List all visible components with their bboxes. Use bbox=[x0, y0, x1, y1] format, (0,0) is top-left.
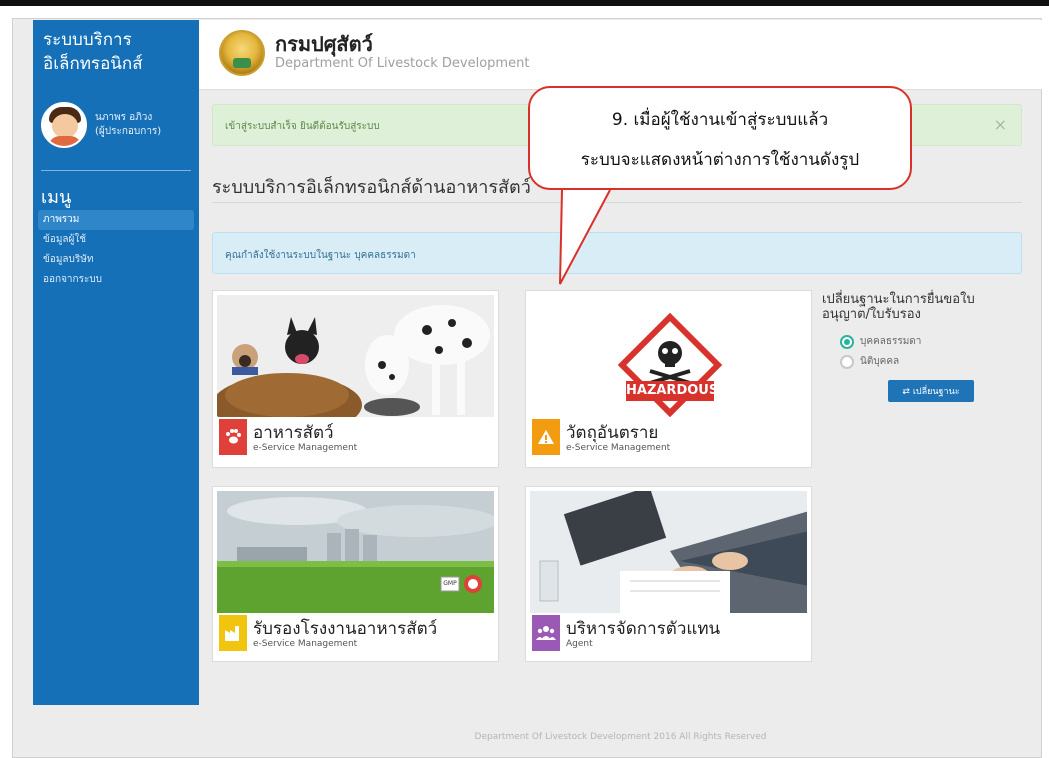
avatar-shirt bbox=[48, 136, 82, 146]
card-subtitle: e-Service Management bbox=[253, 443, 358, 453]
radio-label: นิติบุคคล bbox=[860, 356, 900, 367]
switch-role-button[interactable]: ⇄ เปลี่ยนฐานะ bbox=[888, 380, 974, 402]
card-title: บริหารจัดการตัวแทน bbox=[566, 619, 721, 639]
instruction-callout: 9. เมื่อผู้ใช้งานเข้าสู่ระบบแล้ว ระบบจะแ… bbox=[528, 86, 912, 190]
page-title: ระบบบริการอิเล็กทรอนิกส์ด้านอาหารสัตว์ bbox=[212, 177, 531, 198]
meeting-illustration bbox=[530, 491, 807, 613]
callout-line-1: 9. เมื่อผู้ใช้งานเข้าสู่ระบบแล้ว bbox=[611, 110, 829, 130]
users-icon bbox=[532, 615, 560, 651]
top-rule bbox=[0, 0, 1049, 6]
department-name-en: Department Of Livestock Development bbox=[275, 56, 530, 71]
brand-line-1: ระบบบริการ bbox=[43, 30, 132, 50]
sidebar-item-logout[interactable]: ออกจากระบบ bbox=[38, 270, 194, 290]
brand-block[interactable]: ระบบบริการ อิเล็กทรอนิกส์ bbox=[33, 20, 199, 90]
top-header: กรมปศุสัตว์ Department Of Livestock Deve… bbox=[199, 20, 1042, 90]
warning-icon bbox=[532, 419, 560, 455]
service-card-animal-feed[interactable]: อาหารสัตว์ e-Service Management bbox=[212, 290, 499, 468]
gmp-label: GMP bbox=[443, 580, 457, 587]
card-subtitle: e-Service Management bbox=[566, 443, 671, 453]
service-card-factory-certification[interactable]: GMP รับรองโรงงานอาหารสัตว์ e-Service Man… bbox=[212, 486, 499, 662]
user-role: (ผู้ประกอบการ) bbox=[95, 126, 162, 137]
sidebar: นภาพร อภิวง (ผู้ประกอบการ) เมนู ภาพรวม ข… bbox=[33, 90, 199, 705]
service-card-agent-management[interactable]: บริหารจัดการตัวแทน Agent bbox=[525, 486, 812, 662]
meeting-image bbox=[530, 491, 807, 613]
hazard-sign-illustration bbox=[617, 312, 723, 417]
card-title: อาหารสัตว์ bbox=[253, 423, 334, 443]
radio-individual[interactable]: บุคคลธรรมดา bbox=[840, 334, 921, 349]
factory-image: GMP bbox=[217, 491, 494, 613]
radio-button[interactable] bbox=[840, 354, 854, 369]
close-icon[interactable]: × bbox=[994, 115, 1007, 134]
avatar-face bbox=[52, 114, 78, 138]
title-divider bbox=[212, 202, 1022, 203]
animal-feed-image bbox=[217, 295, 494, 417]
card-subtitle: Agent bbox=[566, 639, 593, 649]
role-switch-title: เปลี่ยนฐานะในการยื่นขอใบอนุญาต/ใบรับรอง bbox=[822, 292, 975, 322]
factory-illustration bbox=[217, 491, 494, 613]
footer-copyright: Department Of Livestock Development 2016… bbox=[474, 732, 767, 742]
role-switch-panel: เปลี่ยนฐานะในการยื่นขอใบอนุญาต/ใบรับรอง … bbox=[822, 288, 1022, 428]
department-logo bbox=[219, 30, 265, 76]
paw-icon bbox=[219, 419, 247, 455]
service-card-hazardous[interactable]: HAZARDOUS วัตถุอันตราย e-Service Managem… bbox=[525, 290, 812, 468]
success-alert-text: เข้าสู่ระบบสำเร็จ ยินดีต้อนรับสู่ระบบ bbox=[225, 121, 380, 132]
menu-title: เมนู bbox=[41, 187, 72, 208]
avatar bbox=[41, 102, 87, 148]
factory-icon bbox=[219, 615, 247, 651]
radio-juristic[interactable]: นิติบุคคล bbox=[840, 354, 899, 369]
sidebar-item-user-info[interactable]: ข้อมูลผู้ใช้ bbox=[38, 230, 194, 250]
info-alert-text: คุณกำลังใช้งานระบบในฐานะ บุคคลธรรมดา bbox=[225, 250, 416, 261]
dogs-illustration bbox=[217, 295, 494, 417]
user-name: นภาพร อภิวง bbox=[95, 112, 153, 123]
callout-tail bbox=[559, 188, 611, 285]
card-title: วัตถุอันตราย bbox=[566, 423, 659, 443]
sidebar-menu: ภาพรวม ข้อมูลผู้ใช้ ข้อมูลบริษัท ออกจากร… bbox=[38, 210, 194, 290]
radio-button-selected[interactable] bbox=[840, 334, 854, 349]
radio-label: บุคคลธรรมดา bbox=[860, 336, 922, 347]
hazard-image: HAZARDOUS bbox=[530, 295, 807, 417]
role-info-alert: คุณกำลังใช้งานระบบในฐานะ บุคคลธรรมดา bbox=[212, 232, 1022, 274]
sidebar-item-overview[interactable]: ภาพรวม bbox=[38, 210, 194, 230]
brand-line-2: อิเล็กทรอนิกส์ bbox=[43, 54, 143, 74]
callout-line-2: ระบบจะแสดงหน้าต่างการใช้งานดังรูป bbox=[580, 150, 860, 170]
sidebar-item-company-info[interactable]: ข้อมูลบริษัท bbox=[38, 250, 194, 270]
hazardous-label: HAZARDOUS bbox=[626, 383, 719, 398]
card-subtitle: e-Service Management bbox=[253, 639, 358, 649]
sidebar-divider bbox=[41, 170, 191, 171]
card-title: รับรองโรงงานอาหารสัตว์ bbox=[253, 619, 438, 639]
